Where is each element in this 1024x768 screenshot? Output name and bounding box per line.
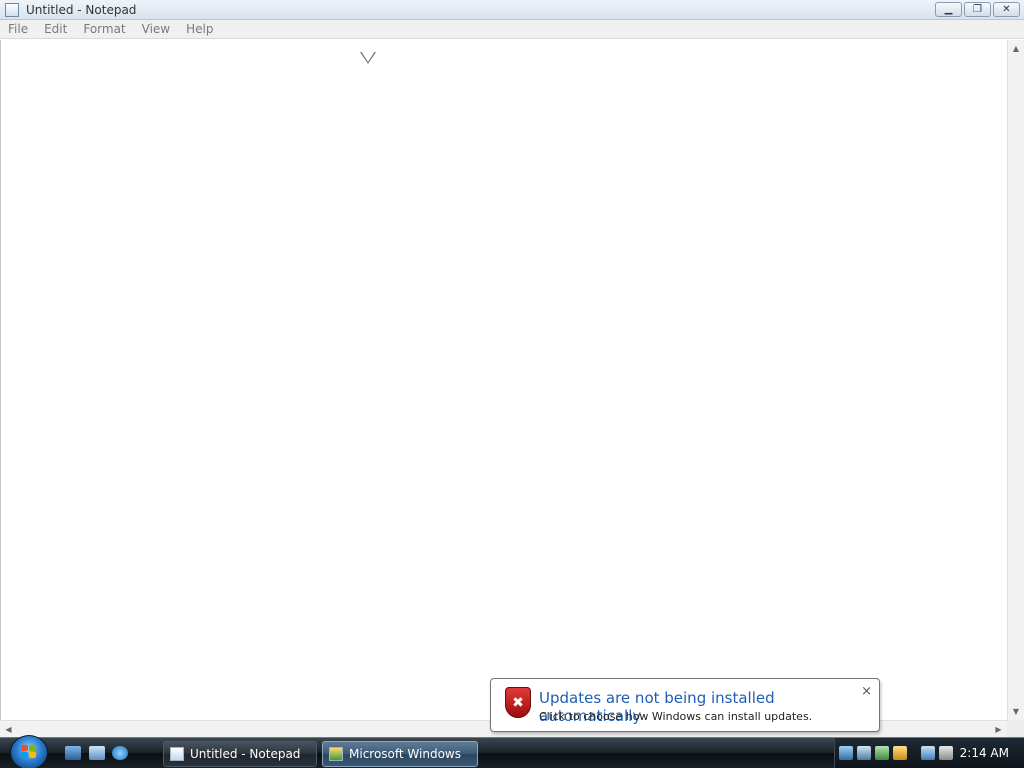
menu-format[interactable]: Format	[75, 22, 133, 36]
minimize-button[interactable]: ▁	[935, 2, 962, 17]
text-editor[interactable]	[0, 40, 1007, 720]
taskbar-item-microsoft-windows[interactable]: Microsoft Windows	[322, 741, 478, 767]
windows-logo-icon	[21, 745, 37, 760]
show-desktop-icon[interactable]	[65, 746, 81, 760]
scroll-left-icon[interactable]: ◀	[0, 721, 17, 737]
volume-muted-icon[interactable]	[939, 746, 953, 760]
scroll-right-icon[interactable]: ▶	[990, 721, 1007, 737]
windows-update-icon[interactable]	[857, 746, 871, 760]
switch-windows-icon[interactable]	[89, 746, 105, 760]
window-title: Untitled - Notepad	[26, 2, 137, 17]
close-button[interactable]: ✕	[993, 2, 1020, 17]
menu-bar: File Edit Format View Help	[0, 20, 1024, 39]
notification-tail-fill	[361, 51, 375, 62]
internet-explorer-icon[interactable]	[112, 746, 128, 760]
notepad-icon	[5, 2, 19, 17]
title-bar[interactable]: Untitled - Notepad ▁ ❐ ✕	[0, 0, 1024, 20]
menu-edit[interactable]: Edit	[36, 22, 75, 36]
vertical-scrollbar[interactable]: ▲ ▼	[1007, 40, 1024, 720]
network-status-icon[interactable]	[839, 746, 853, 760]
notepad-icon	[170, 747, 184, 761]
windows-setup-icon	[329, 747, 343, 761]
start-button[interactable]	[10, 735, 48, 768]
menu-view[interactable]: View	[134, 22, 178, 36]
restore-button[interactable]: ❐	[964, 2, 991, 17]
scroll-down-icon[interactable]: ▼	[1008, 703, 1024, 720]
scroll-up-icon[interactable]: ▲	[1008, 40, 1024, 57]
notification-area: 2:14 AM	[834, 738, 1024, 768]
shield-error-icon: ✖	[505, 687, 531, 718]
taskbar-item-notepad[interactable]: Untitled - Notepad	[163, 741, 317, 767]
notification-body: Click to choose how Windows can install …	[539, 710, 813, 723]
security-warning-icon[interactable]	[893, 746, 907, 760]
menu-help[interactable]: Help	[178, 22, 221, 36]
taskbar: Untitled - Notepad Microsoft Windows 2:1…	[0, 735, 1024, 768]
update-notification[interactable]: ✖ Updates are not being installed automa…	[490, 678, 880, 732]
security-center-icon[interactable]	[875, 746, 889, 760]
menu-file[interactable]: File	[0, 22, 36, 36]
scrollbar-corner	[1007, 720, 1024, 737]
clock[interactable]: 2:14 AM	[960, 746, 1009, 760]
network-icon[interactable]	[921, 746, 935, 760]
window-controls: ▁ ❐ ✕	[935, 2, 1020, 17]
close-icon[interactable]: ×	[861, 684, 872, 699]
taskbar-item-label: Microsoft Windows	[349, 747, 461, 761]
taskbar-item-label: Untitled - Notepad	[190, 747, 301, 761]
